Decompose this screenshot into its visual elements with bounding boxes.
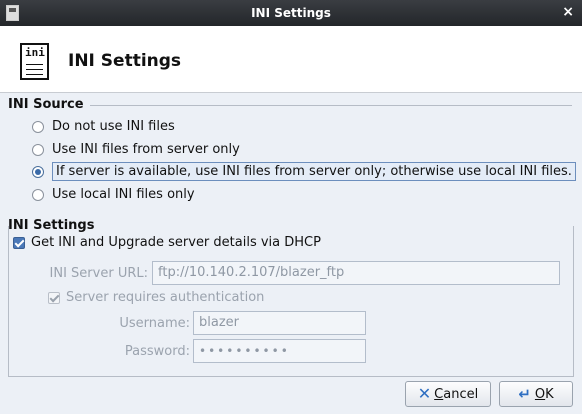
cancel-label: Cancel: [434, 387, 478, 402]
ini-source-group-title: INI Source: [8, 97, 84, 112]
ini-file-icon-text: ini: [25, 46, 45, 59]
auth-checkbox-row[interactable]: Server requires authentication: [48, 290, 264, 305]
cancel-x-icon: ✕: [417, 384, 432, 403]
radio-button-selected[interactable]: [32, 165, 44, 178]
password-label: Password:: [124, 344, 190, 359]
cancel-button[interactable]: ✕ Cancel: [405, 381, 491, 407]
radio-label: Use INI files from server only: [52, 142, 240, 157]
ini-file-icon-line: [26, 64, 43, 65]
radio-server-only[interactable]: Use INI files from server only: [32, 142, 240, 157]
ok-label-rest: K: [545, 386, 554, 402]
radio-local-only[interactable]: Use local INI files only: [32, 187, 195, 202]
ini-source-group-divider: [90, 105, 572, 106]
cancel-mnemonic: C: [434, 386, 444, 402]
username-field[interactable]: blazer: [193, 311, 366, 335]
radio-button[interactable]: [32, 120, 44, 133]
close-icon[interactable]: ×: [562, 4, 574, 20]
radio-label: If server is available, use INI files fr…: [52, 162, 576, 181]
radio-button[interactable]: [32, 143, 44, 156]
ok-mnemonic: O: [534, 386, 546, 402]
server-url-label: INI Server URL:: [49, 266, 148, 281]
server-url-field[interactable]: ftp://10.140.2.107/blazer_ftp: [152, 261, 560, 285]
radio-server-if-available[interactable]: If server is available, use INI files fr…: [32, 162, 576, 181]
ini-file-icon-line: [26, 69, 43, 70]
enter-arrow-icon: ↵: [518, 384, 531, 403]
radio-label: Use local INI files only: [52, 187, 195, 202]
window-title: INI Settings: [251, 6, 331, 20]
radio-label: Do not use INI files: [52, 119, 175, 134]
auth-label: Server requires authentication: [66, 290, 265, 305]
title-bar: INI Settings ×: [0, 0, 582, 26]
radio-do-not-use-ini[interactable]: Do not use INI files: [32, 119, 175, 134]
password-field[interactable]: ••••••••••: [193, 339, 366, 363]
auth-checkbox[interactable]: [48, 291, 60, 304]
ok-button[interactable]: ↵ OK: [499, 381, 573, 407]
dialog-header: ini INI Settings: [0, 26, 582, 93]
cancel-label-rest: ancel: [443, 386, 479, 402]
ini-file-icon-line: [26, 74, 43, 75]
dhcp-label: Get INI and Upgrade server details via D…: [31, 235, 321, 250]
dialog-heading: INI Settings: [68, 51, 182, 71]
ini-file-icon: ini: [20, 43, 49, 80]
dhcp-checkbox[interactable]: [13, 236, 25, 249]
username-label: Username:: [119, 316, 190, 331]
radio-button[interactable]: [32, 188, 44, 201]
ok-label: OK: [535, 387, 554, 402]
dhcp-checkbox-row[interactable]: Get INI and Upgrade server details via D…: [13, 235, 321, 250]
